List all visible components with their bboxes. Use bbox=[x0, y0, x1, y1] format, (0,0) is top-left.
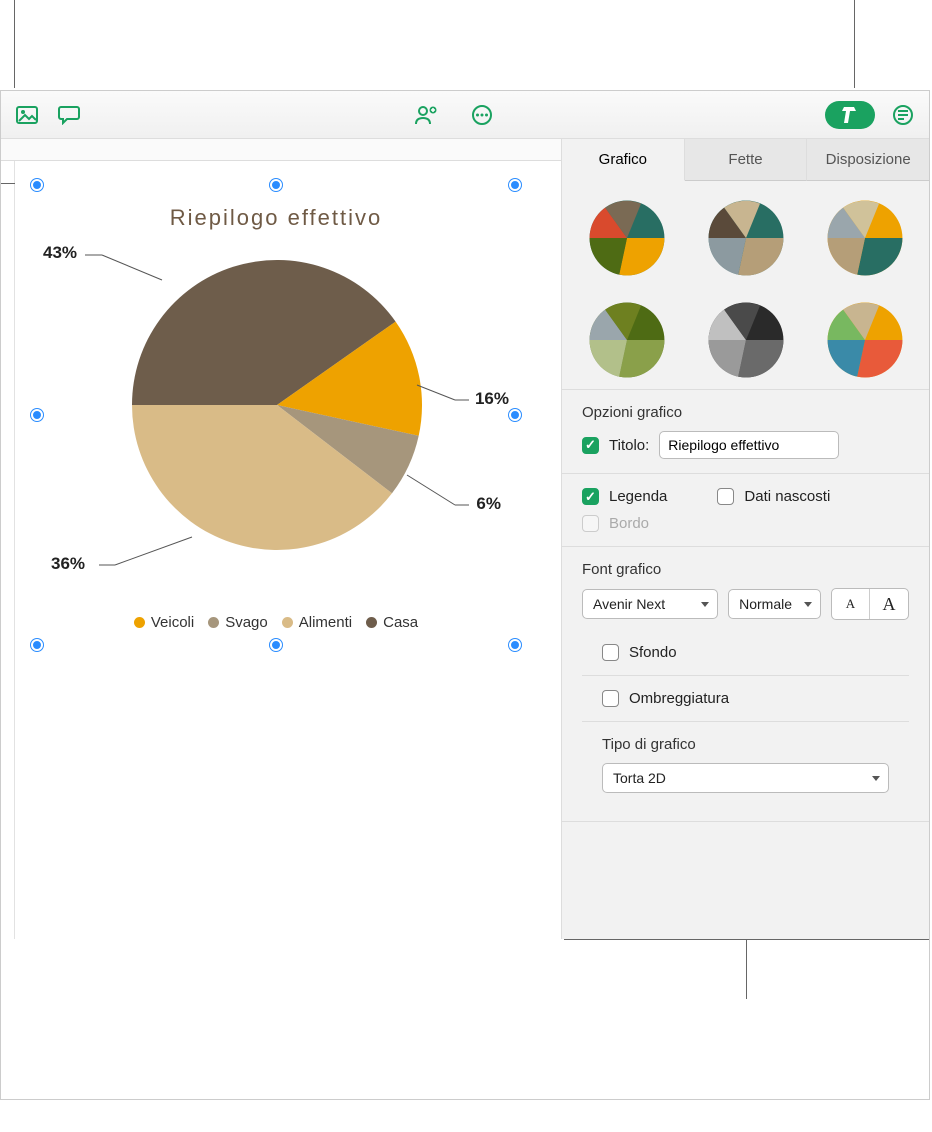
callout-line bbox=[14, 0, 15, 88]
checkbox-legenda[interactable] bbox=[582, 488, 599, 505]
callout-line bbox=[1, 183, 15, 184]
section-font: Font grafico Avenir Next Normale A A Sfo… bbox=[562, 547, 929, 822]
resize-handle[interactable] bbox=[31, 409, 43, 421]
label-dati-nascosti: Dati nascosti bbox=[744, 488, 830, 505]
document-canvas[interactable]: Riepilogo effettivo bbox=[1, 139, 561, 939]
resize-handle[interactable] bbox=[31, 639, 43, 651]
chart-legend[interactable]: Veicoli Svago Alimenti Casa bbox=[37, 614, 515, 631]
callout-line bbox=[746, 939, 747, 999]
label-sfondo: Sfondo bbox=[629, 644, 677, 661]
toolbar bbox=[1, 91, 929, 139]
resize-handle[interactable] bbox=[31, 179, 43, 191]
label-bordo: Bordo bbox=[609, 515, 649, 532]
section-chart-type: Tipo di grafico Torta 2D bbox=[582, 722, 909, 807]
section-title: Opzioni grafico bbox=[582, 404, 909, 421]
section-title: Font grafico bbox=[582, 561, 909, 578]
ruler bbox=[1, 139, 561, 161]
document-panel-icon[interactable] bbox=[889, 101, 917, 129]
comment-icon[interactable] bbox=[55, 101, 83, 129]
checkbox-sfondo[interactable] bbox=[602, 644, 619, 661]
more-icon[interactable] bbox=[468, 101, 496, 129]
tab-grafico[interactable]: Grafico bbox=[562, 139, 685, 181]
legend-item: Alimenti bbox=[282, 614, 352, 631]
style-thumb[interactable] bbox=[588, 199, 666, 277]
pie-chart[interactable] bbox=[127, 255, 427, 555]
tab-fette[interactable]: Fette bbox=[685, 139, 808, 181]
format-inspector: Grafico Fette Disposizione Opzioni grafi… bbox=[561, 139, 929, 939]
checkbox-ombreggiatura[interactable] bbox=[602, 690, 619, 707]
font-size-smaller[interactable]: A bbox=[832, 589, 870, 619]
label-legenda: Legenda bbox=[609, 488, 667, 505]
pie-label: 43% bbox=[43, 243, 77, 263]
section-ombreggiatura: Ombreggiatura bbox=[582, 676, 909, 722]
checkbox-dati-nascosti[interactable] bbox=[717, 488, 734, 505]
label-titolo: Titolo: bbox=[609, 437, 649, 454]
legend-item: Veicoli bbox=[134, 614, 194, 631]
resize-handle[interactable] bbox=[509, 179, 521, 191]
style-thumb[interactable] bbox=[826, 199, 904, 277]
pie-label: 36% bbox=[51, 554, 85, 574]
pie-label: 16% bbox=[475, 389, 509, 409]
legend-item: Casa bbox=[366, 614, 418, 631]
select-chart-type[interactable]: Torta 2D bbox=[602, 763, 889, 793]
section-legend-options: Legenda Dati nascosti Bordo bbox=[562, 474, 929, 547]
section-sfondo: Sfondo bbox=[582, 630, 909, 676]
resize-handle[interactable] bbox=[509, 409, 521, 421]
chart-style-thumbnails bbox=[562, 181, 929, 390]
callout-line bbox=[1, 161, 15, 939]
font-size-larger[interactable]: A bbox=[870, 589, 908, 619]
chart-title[interactable]: Riepilogo effettivo bbox=[37, 205, 515, 231]
resize-handle[interactable] bbox=[270, 639, 282, 651]
chart-selection[interactable]: Riepilogo effettivo bbox=[37, 185, 515, 645]
inspector-tabs: Grafico Fette Disposizione bbox=[562, 139, 929, 181]
style-thumb[interactable] bbox=[707, 199, 785, 277]
input-titolo[interactable] bbox=[659, 431, 839, 459]
style-thumb[interactable] bbox=[826, 301, 904, 379]
section-chart-options: Opzioni grafico Titolo: bbox=[562, 390, 929, 474]
select-font-style[interactable]: Normale bbox=[728, 589, 821, 619]
section-title: Tipo di grafico bbox=[602, 736, 889, 753]
label-ombreggiatura: Ombreggiatura bbox=[629, 690, 729, 707]
pie-label: 6% bbox=[476, 494, 501, 514]
resize-handle[interactable] bbox=[270, 179, 282, 191]
app-window: Riepilogo effettivo bbox=[0, 90, 930, 1100]
tab-disposizione[interactable]: Disposizione bbox=[807, 139, 929, 181]
select-font-family[interactable]: Avenir Next bbox=[582, 589, 718, 619]
legend-item: Svago bbox=[208, 614, 268, 631]
style-thumb[interactable] bbox=[707, 301, 785, 379]
image-icon[interactable] bbox=[13, 101, 41, 129]
format-button[interactable] bbox=[825, 101, 875, 129]
callout-line bbox=[854, 0, 855, 88]
checkbox-bordo bbox=[582, 515, 599, 532]
collaborate-icon[interactable] bbox=[412, 101, 440, 129]
font-size-stepper: A A bbox=[831, 588, 909, 620]
checkbox-titolo[interactable] bbox=[582, 437, 599, 454]
style-thumb[interactable] bbox=[588, 301, 666, 379]
resize-handle[interactable] bbox=[509, 639, 521, 651]
